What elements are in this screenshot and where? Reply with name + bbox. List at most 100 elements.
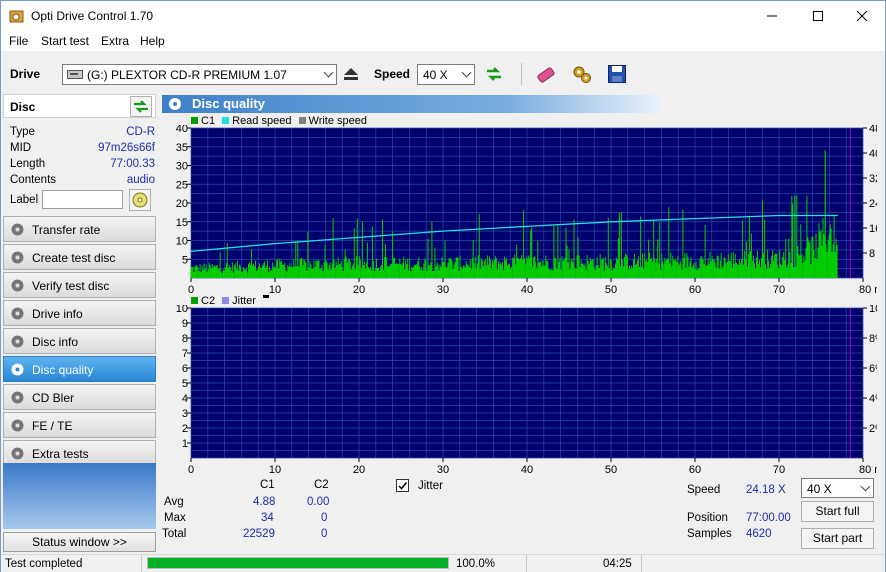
drive-select[interactable]: (G:) PLEXTOR CD-R PREMIUM 1.07 xyxy=(62,64,337,85)
c1-chart: 0 10 20 30 40 50 60 70 80 min 5 10 15 20 25 30 35 40 8 X 1… xyxy=(176,125,877,293)
position-value: 77:00.00 xyxy=(746,512,791,524)
start-part-button[interactable]: Start part xyxy=(801,528,874,549)
disc-gear-icon xyxy=(11,419,24,432)
disc-label-apply-button[interactable] xyxy=(129,189,151,211)
samples-label: Samples xyxy=(687,528,732,540)
drive-label: Drive xyxy=(10,67,41,81)
status-divider xyxy=(141,555,142,572)
nav-label: Extra tests xyxy=(32,447,89,461)
maximize-button[interactable] xyxy=(795,1,841,31)
max-c2-value: 0 xyxy=(321,512,328,524)
disc-section-title: Disc xyxy=(10,100,36,114)
total-label: Total xyxy=(162,528,187,540)
minimize-button[interactable] xyxy=(749,1,795,31)
menu-help[interactable]: Help xyxy=(140,34,165,48)
disc-label-input[interactable] xyxy=(42,190,123,209)
window-title: Opti Drive Control 1.70 xyxy=(31,9,154,23)
disc-gear-icon xyxy=(11,251,24,264)
y-right-tick-label: 2% xyxy=(869,423,877,435)
avg-c2-value: 0.00 xyxy=(307,496,330,508)
y-right-tick-label: 8 X xyxy=(869,248,877,260)
x-tick-label: 70 xyxy=(773,284,785,293)
y-tick-label: 25 xyxy=(176,179,188,191)
y-right-tick-label: 10% xyxy=(869,305,877,315)
avg-c1-value: 4.88 xyxy=(253,496,276,508)
y-tick-label: 6 xyxy=(182,363,188,375)
y-tick-label: 5 xyxy=(182,254,188,266)
total-c2-value: 0 xyxy=(321,528,328,540)
disc-icon xyxy=(132,192,148,208)
progress-percent: 100.0% xyxy=(456,558,496,570)
x-tick-label: 10 xyxy=(269,284,281,293)
floppy-disk-icon xyxy=(608,65,626,83)
menu-start-test[interactable]: Start test xyxy=(41,34,89,48)
minimize-icon xyxy=(767,15,777,17)
nav-label: CD Bler xyxy=(32,391,75,405)
disc-contents-label: Contents xyxy=(10,174,57,186)
disc-refresh-button[interactable] xyxy=(130,96,152,117)
x-tick-label: 20 xyxy=(353,284,365,293)
erase-button[interactable] xyxy=(534,62,558,86)
refresh-speed-button[interactable] xyxy=(482,62,506,86)
save-button[interactable] xyxy=(605,62,629,86)
y-right-tick-label: 8% xyxy=(869,333,877,345)
nav-cd-bler[interactable]: CD Bler xyxy=(3,384,156,410)
y-tick-label: 5 xyxy=(182,378,188,390)
progress-bar-fill xyxy=(148,558,448,568)
app-window: Opti Drive Control 1.70 File Start test … xyxy=(0,0,886,572)
eject-button[interactable] xyxy=(339,62,363,86)
nav-fe-te[interactable]: FE / TE xyxy=(3,412,156,438)
avg-label: Avg xyxy=(164,496,184,508)
jitter-checkbox[interactable] xyxy=(396,479,409,492)
disc-gear-icon xyxy=(11,223,24,236)
y-tick-label: 15 xyxy=(176,217,188,229)
y-tick-label: 10 xyxy=(176,305,188,315)
disc-type-label: Type xyxy=(10,126,35,138)
nav-label: Verify test disc xyxy=(32,279,110,293)
y-tick-label: 10 xyxy=(176,236,188,248)
y-right-tick-label: 24 X xyxy=(869,198,877,210)
disc-type-value: CD-R xyxy=(126,126,155,138)
x-tick-label: 60 xyxy=(689,464,701,473)
menu-file[interactable]: File xyxy=(9,34,28,48)
speed-select[interactable]: 40 X xyxy=(417,64,475,85)
status-window-button[interactable]: Status window >> xyxy=(3,532,156,552)
disc-mid-label: MID xyxy=(10,142,32,154)
c2-jitter-chart: 0 10 20 30 40 50 60 70 80 min 1 2 3 4 5 6 7 8 9 10 2% 4% 6% 8%… xyxy=(176,305,877,473)
disc-gear-icon xyxy=(11,335,24,348)
test-speed-select-value: 40 X xyxy=(807,482,832,496)
nav-label: Disc quality xyxy=(32,363,94,377)
progress-bar xyxy=(147,557,449,569)
nav-create-test-disc[interactable]: Create test disc xyxy=(3,244,156,270)
nav-transfer-rate[interactable]: Transfer rate xyxy=(3,216,156,242)
checkmark-icon xyxy=(398,482,408,490)
test-speed-select[interactable]: 40 X xyxy=(801,478,874,498)
disc-gear-icon xyxy=(11,279,24,292)
nav-verify-test-disc[interactable]: Verify test disc xyxy=(3,272,156,298)
maximize-icon xyxy=(813,11,823,21)
disc-contents-row: Contents audio xyxy=(10,174,155,190)
menu-extra[interactable]: Extra xyxy=(101,34,129,48)
nav-label: Drive info xyxy=(32,307,83,321)
drive-icon xyxy=(67,70,83,79)
left-panel: Disc Type CD-R MID 97m26s66f Length 77:0… xyxy=(1,94,158,554)
y-tick-label: 4 xyxy=(182,393,188,405)
status-text: Test completed xyxy=(5,558,83,570)
nav-drive-info[interactable]: Drive info xyxy=(3,300,156,326)
start-full-button[interactable]: Start full xyxy=(801,501,874,522)
x-tick-label: 20 xyxy=(353,464,365,473)
disc-gear-icon xyxy=(11,391,24,404)
settings-button[interactable] xyxy=(570,62,594,86)
close-button[interactable] xyxy=(839,1,885,31)
chevron-down-icon xyxy=(860,481,871,492)
nav-disc-info[interactable]: Disc info xyxy=(3,328,156,354)
eraser-icon xyxy=(537,67,555,83)
disc-type-row: Type CD-R xyxy=(10,126,155,142)
disc-section-header: Disc xyxy=(3,94,156,118)
x-tick-label: 80 min xyxy=(859,284,877,293)
nav-label: FE / TE xyxy=(32,419,73,433)
disc-gear-icon xyxy=(11,307,24,320)
nav-disc-quality[interactable]: Disc quality xyxy=(3,356,156,382)
disc-contents-value: audio xyxy=(126,174,155,186)
chevron-down-icon xyxy=(461,67,472,78)
